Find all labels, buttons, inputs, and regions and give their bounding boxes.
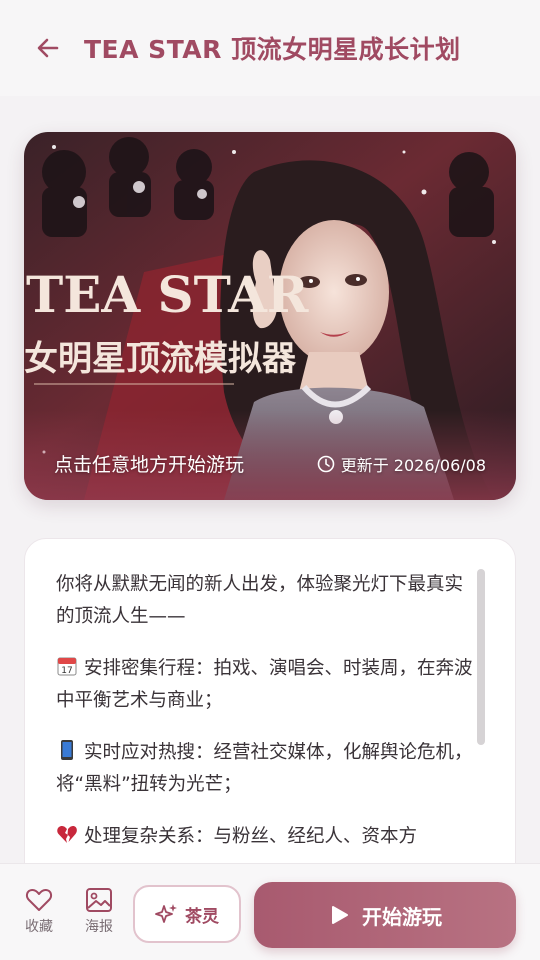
broken-heart-icon [57, 826, 77, 843]
game-banner[interactable]: TEA STAR 女明星顶流模拟器 点击任意地方开始游玩 更新于 2026/06… [24, 132, 516, 500]
poster-title-en: TEA STAR [26, 265, 309, 324]
poster-title-cn: 女明星顶流模拟器 [24, 339, 297, 379]
start-play-button[interactable]: 开始游玩 [254, 882, 516, 948]
description-item-text: 安排密集行程：拍戏、演唱会、时装周，在奔波中平衡艺术与商业； [56, 658, 473, 711]
description-item: 17 安排密集行程：拍戏、演唱会、时装周，在奔波中平衡艺术与商业； [56, 653, 480, 717]
tea-spirit-button[interactable]: 茶灵 [133, 885, 241, 943]
poster-button[interactable]: 海报 [79, 887, 119, 943]
description-item: 处理复杂关系：与粉丝、经纪人、资本方 [56, 821, 480, 853]
description-item-text: 处理复杂关系：与粉丝、经纪人、资本方 [84, 826, 418, 847]
back-button[interactable] [24, 24, 72, 72]
description-scrollbar[interactable] [477, 569, 485, 745]
play-icon [332, 906, 348, 924]
update-date: 更新于 2026/06/08 [317, 452, 486, 476]
sparkle-icon [155, 904, 177, 923]
tea-spirit-label: 茶灵 [185, 906, 219, 927]
page-title: TEA STAR 顶流女明星成长计划 [84, 35, 461, 64]
description-item: 实时应对热搜：经营社交媒体，化解舆论危机，将“黑料”扭转为光芒； [56, 737, 480, 801]
description-intro: 你将从默默无闻的新人出发，体验聚光灯下最真实的顶流人生—— [56, 574, 464, 627]
heart-icon [25, 888, 53, 911]
poster-label: 海报 [85, 919, 113, 935]
description-content: 你将从默默无闻的新人出发，体验聚光灯下最真实的顶流人生—— 17 安排密集行程：… [56, 569, 480, 873]
favorite-button[interactable]: 收藏 [19, 887, 59, 943]
svg-text:17: 17 [61, 666, 72, 676]
update-date-text: 更新于 2026/06/08 [340, 456, 486, 475]
description-item-text: 实时应对热搜：经营社交媒体，化解舆论危机，将“黑料”扭转为光芒； [56, 742, 473, 795]
start-hint: 点击任意地方开始游玩 [54, 454, 245, 476]
description-card[interactable]: 你将从默默无闻的新人出发，体验聚光灯下最真实的顶流人生—— 17 安排密集行程：… [24, 538, 516, 898]
mobile-phone-icon [61, 740, 73, 760]
image-icon [86, 888, 112, 912]
favorite-label: 收藏 [25, 919, 53, 935]
arrow-left-icon [37, 38, 59, 58]
calendar-icon: 17 [57, 657, 77, 676]
app-header: TEA STAR 顶流女明星成长计划 [0, 0, 540, 96]
start-play-label: 开始游玩 [362, 904, 442, 929]
clock-icon [317, 455, 334, 473]
